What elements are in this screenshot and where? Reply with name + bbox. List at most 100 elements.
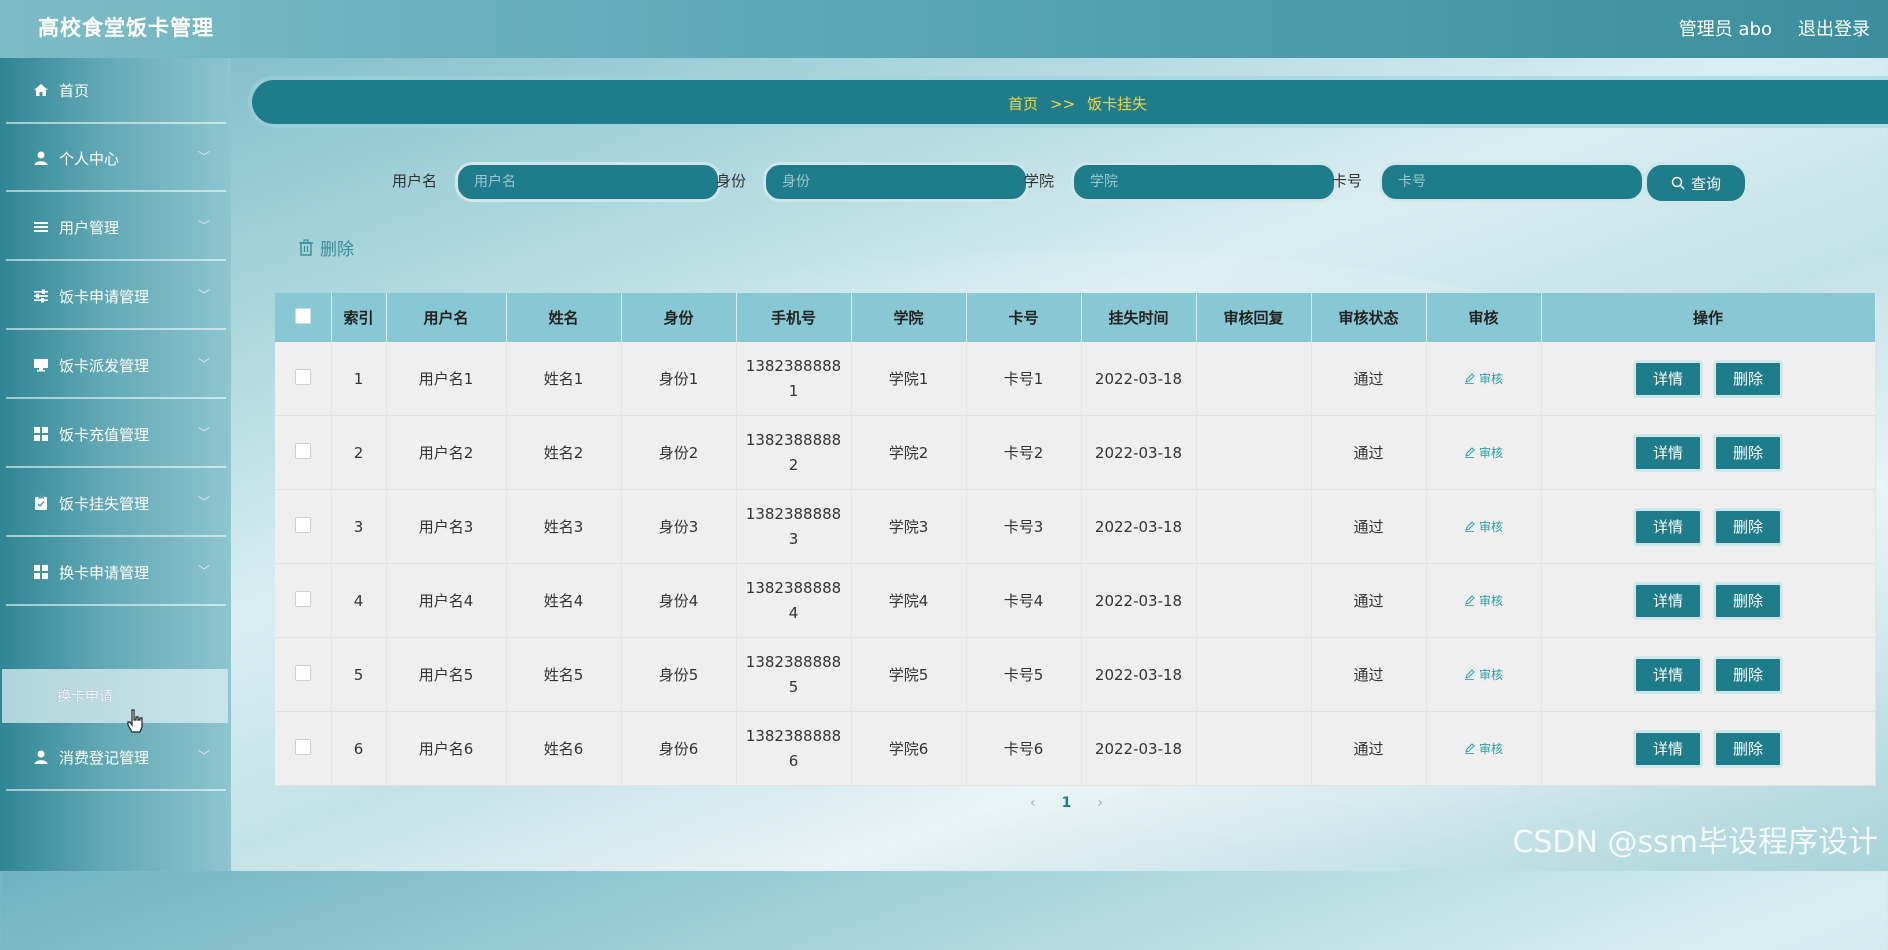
cell-reply xyxy=(1196,489,1312,564)
search-label-card: 卡号 xyxy=(1332,172,1363,190)
sidebar-item-card-replace[interactable]: 换卡申请管理 ﹀ xyxy=(6,540,226,606)
next-page-button[interactable]: › xyxy=(1097,795,1103,811)
row-select-cell[interactable] xyxy=(275,342,332,416)
audit-link-label: 审核 xyxy=(1478,371,1503,386)
row-checkbox[interactable] xyxy=(294,738,311,755)
cell-college: 学院2 xyxy=(851,415,967,490)
column-header: 卡号 xyxy=(966,293,1082,342)
edit-icon xyxy=(1464,668,1475,680)
breadcrumb-home[interactable]: 首页 xyxy=(1008,95,1038,113)
cell-reply xyxy=(1196,415,1312,490)
row-select-cell[interactable] xyxy=(275,637,332,712)
sidebar-item-label: 换卡申请管理 xyxy=(59,564,150,582)
detail-button[interactable]: 详情 xyxy=(1633,581,1703,620)
sidebar-item-home[interactable]: 首页 xyxy=(6,58,226,124)
audit-link-label: 审核 xyxy=(1478,519,1503,534)
cell-identity: 身份4 xyxy=(621,563,737,638)
cell-reply xyxy=(1196,342,1312,416)
sidebar-item-users[interactable]: 用户管理 ﹀ xyxy=(6,195,226,261)
row-checkbox[interactable] xyxy=(294,590,311,607)
cell-status: 通过 xyxy=(1311,563,1427,638)
audit-link[interactable]: 审核 xyxy=(1464,592,1503,609)
sidebar-subitem-card-replace-apply[interactable]: 换卡申请 xyxy=(2,669,228,723)
college-search-input[interactable] xyxy=(1071,162,1337,202)
page-number-current[interactable]: 1 xyxy=(1062,795,1072,811)
row-select-cell[interactable] xyxy=(275,563,332,638)
column-header: 索引 xyxy=(331,293,387,342)
column-header: 手机号 xyxy=(736,293,852,342)
select-all-checkbox[interactable] xyxy=(294,307,311,324)
cell-username: 用户名2 xyxy=(386,415,507,490)
sidebar-item-card-loss[interactable]: 饭卡挂失管理 ﹀ xyxy=(6,471,226,537)
table-row: 6 用户名6 姓名6 身份6 1382388888 6 学院6 卡号6 2022-03-18 通过… xyxy=(275,711,1876,786)
cell-username: 用户名3 xyxy=(386,489,507,564)
grid-icon xyxy=(34,427,48,441)
cell-card: 卡号2 xyxy=(966,415,1082,490)
delete-button[interactable]: 删除 xyxy=(1713,507,1783,546)
delete-button[interactable]: 删除 xyxy=(1713,581,1783,620)
identity-search-input[interactable] xyxy=(763,162,1029,202)
row-select-cell[interactable] xyxy=(275,711,332,786)
delete-button[interactable]: 删除 xyxy=(1713,359,1783,398)
cell-card: 卡号4 xyxy=(966,563,1082,638)
cell-phone-line2: 6 xyxy=(788,751,799,770)
sidebar-item-card-dispatch[interactable]: 饭卡派发管理 ﹀ xyxy=(6,333,226,399)
cell-index: 3 xyxy=(331,489,387,564)
cell-date: 2022-03-18 xyxy=(1081,711,1197,786)
sidebar-item-card-recharge[interactable]: 饭卡充值管理 ﹀ xyxy=(6,402,226,468)
search-icon xyxy=(1671,176,1685,190)
cell-status: 通过 xyxy=(1311,415,1427,490)
row-checkbox[interactable] xyxy=(294,442,311,459)
row-select-cell[interactable] xyxy=(275,489,332,564)
audit-link[interactable]: 审核 xyxy=(1464,740,1503,757)
audit-link[interactable]: 审核 xyxy=(1464,444,1503,461)
detail-button[interactable]: 详情 xyxy=(1633,729,1703,768)
row-select-cell[interactable] xyxy=(275,415,332,490)
audit-link[interactable]: 审核 xyxy=(1464,370,1503,387)
delete-button[interactable]: 删除 xyxy=(1713,655,1783,694)
sidebar-item-card-apply[interactable]: 饭卡申请管理 ﹀ xyxy=(6,264,226,330)
sidebar-item-consumption[interactable]: 消费登记管理 ﹀ xyxy=(6,725,226,791)
audit-link[interactable]: 审核 xyxy=(1464,666,1503,683)
sliders-icon xyxy=(34,289,48,303)
clipboard-icon xyxy=(35,495,47,510)
cell-phone-line2: 1 xyxy=(788,381,799,400)
cell-status: 通过 xyxy=(1311,489,1427,564)
delete-button[interactable]: 删除 xyxy=(1713,433,1783,472)
row-checkbox[interactable] xyxy=(294,664,311,681)
column-header: 操作 xyxy=(1541,293,1876,342)
audit-link[interactable]: 审核 xyxy=(1464,518,1503,535)
card-search-input[interactable] xyxy=(1379,162,1645,202)
prev-page-button[interactable]: ‹ xyxy=(1030,795,1036,811)
cell-phone-line1: 1382388888 xyxy=(745,652,842,671)
cell-name: 姓名3 xyxy=(506,489,622,564)
sidebar-item-label: 饭卡挂失管理 xyxy=(59,495,150,513)
cell-card: 卡号6 xyxy=(966,711,1082,786)
query-button[interactable]: 查询 xyxy=(1644,162,1748,204)
cell-phone-line2: 2 xyxy=(788,455,799,474)
cell-audit: 审核 xyxy=(1426,415,1542,490)
cell-name: 姓名4 xyxy=(506,563,622,638)
cell-actions: 详情 删除 xyxy=(1541,489,1876,564)
column-header: 姓名 xyxy=(506,293,622,342)
logout-link[interactable]: 退出登录 xyxy=(1798,15,1870,41)
cell-card: 卡号3 xyxy=(966,489,1082,564)
edit-icon xyxy=(1464,742,1475,754)
detail-button[interactable]: 详情 xyxy=(1633,507,1703,546)
header-select-all[interactable] xyxy=(275,293,332,342)
data-table: 索引 用户名 姓名 身份 手机号 学院 卡号 挂失时间 审核回复 审核状态 审核… xyxy=(275,293,1876,786)
detail-button[interactable]: 详情 xyxy=(1633,655,1703,694)
row-checkbox[interactable] xyxy=(294,368,311,385)
cell-audit: 审核 xyxy=(1426,563,1542,638)
cell-name: 姓名1 xyxy=(506,342,622,416)
detail-button[interactable]: 详情 xyxy=(1633,433,1703,472)
detail-button[interactable]: 详情 xyxy=(1633,359,1703,398)
cell-index: 2 xyxy=(331,415,387,490)
cell-actions: 详情 删除 xyxy=(1541,415,1876,490)
batch-delete-button[interactable]: 删除 xyxy=(298,235,354,260)
row-checkbox[interactable] xyxy=(294,516,311,533)
cell-index: 1 xyxy=(331,342,387,416)
delete-button[interactable]: 删除 xyxy=(1713,729,1783,768)
cell-index: 5 xyxy=(331,637,387,712)
username-search-input[interactable] xyxy=(455,162,721,202)
